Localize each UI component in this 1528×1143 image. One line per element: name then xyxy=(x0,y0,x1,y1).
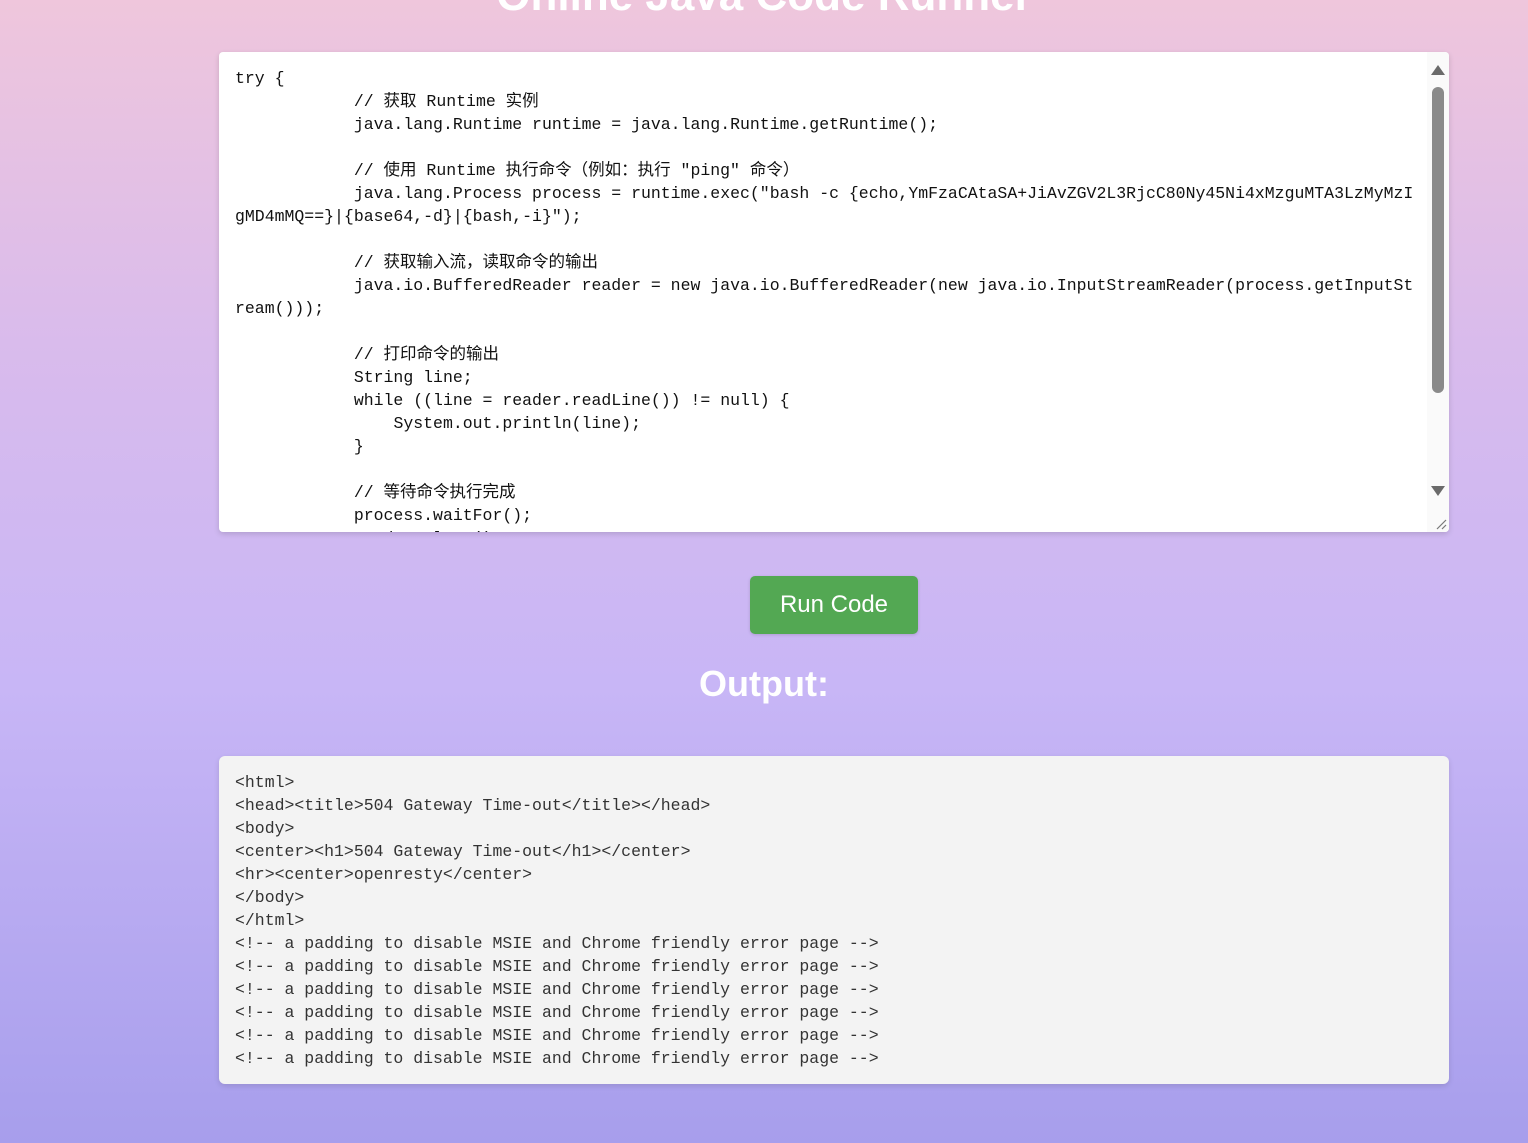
output-text: <html> <head><title>504 Gateway Time-out… xyxy=(235,773,879,1068)
output-panel: <html> <head><title>504 Gateway Time-out… xyxy=(219,756,1449,1084)
run-code-button[interactable]: Run Code xyxy=(750,576,918,634)
code-editor[interactable]: try { // 获取 Runtime 实例 java.lang.Runtime… xyxy=(219,52,1449,532)
code-editor-text[interactable]: try { // 获取 Runtime 实例 java.lang.Runtime… xyxy=(219,52,1449,532)
page-title: Online Java Code Runner xyxy=(0,0,1528,18)
arrow-down-icon[interactable] xyxy=(1431,486,1445,496)
resize-grip-icon[interactable] xyxy=(1433,516,1447,530)
output-heading: Output: xyxy=(699,663,829,704)
arrow-up-icon[interactable] xyxy=(1431,65,1445,75)
editor-scrollbar[interactable] xyxy=(1427,52,1449,532)
scrollbar-thumb[interactable] xyxy=(1432,87,1444,393)
